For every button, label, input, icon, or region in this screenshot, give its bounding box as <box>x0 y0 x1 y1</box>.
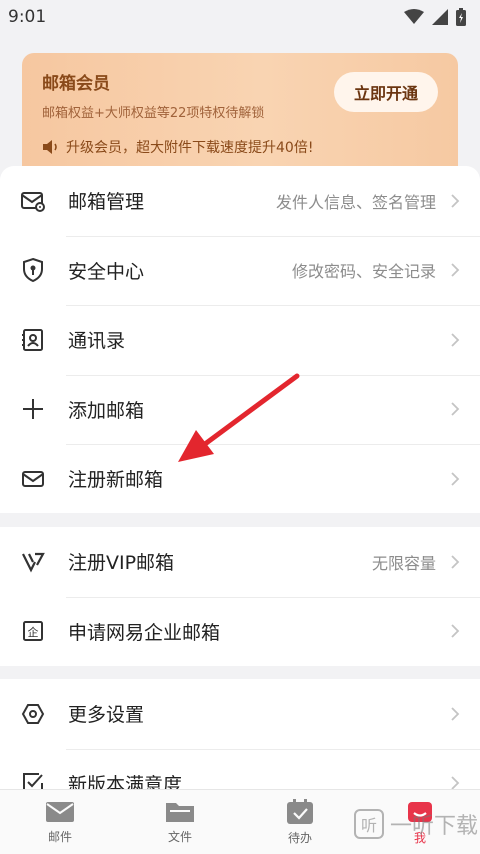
chevron-right-icon <box>451 707 460 721</box>
menu-item-label: 添加邮箱 <box>68 399 145 422</box>
menu-item-security-center[interactable]: 安全中心 修改密码、安全记录 <box>0 235 480 306</box>
mail-icon <box>46 801 74 822</box>
folder-icon <box>166 802 194 822</box>
menu-item-label: 注册新邮箱 <box>68 469 164 492</box>
envelope-icon <box>20 466 46 492</box>
hexagon-settings-icon <box>20 701 46 727</box>
vip-promo-text: 升级会员，超大附件下载速度提升40倍! <box>66 140 314 156</box>
wifi-icon <box>404 9 424 24</box>
chevron-right-icon <box>451 555 460 569</box>
menu-item-desc: 无限容量 <box>371 553 436 573</box>
menu-item-label: 申请网易企业邮箱 <box>68 621 221 644</box>
menu-item-label: 通讯录 <box>68 330 126 353</box>
vip-menu-card: 注册VIP邮箱 无限容量 企 申请网易企业邮箱 <box>0 527 480 666</box>
chevron-right-icon <box>451 624 460 638</box>
vip-banner[interactable]: 邮箱会员 邮箱权益+大师权益等22项特权待解锁 立即开通 升级会员，超大附件下载… <box>22 53 458 178</box>
menu-item-label: 更多设置 <box>68 704 145 727</box>
menu-item-desc: 修改密码、安全记录 <box>291 262 436 282</box>
watermark-text: 一听下载 <box>389 814 478 839</box>
nav-tab-label: 待办 <box>287 830 312 845</box>
menu-item-add-mailbox[interactable]: 添加邮箱 <box>0 374 480 445</box>
nav-tab-label: 邮件 <box>47 829 72 844</box>
enterprise-icon: 企 <box>20 618 46 644</box>
nav-tab-mail[interactable]: 邮件 <box>0 790 120 854</box>
chevron-right-icon <box>451 472 460 486</box>
mail-settings-icon <box>20 188 46 214</box>
menu-item-register-vip[interactable]: 注册VIP邮箱 无限容量 <box>0 527 480 597</box>
status-icons <box>404 8 466 26</box>
menu-item-contacts[interactable]: 通讯录 <box>0 305 480 375</box>
speaker-icon <box>43 140 57 154</box>
svg-text:企: 企 <box>28 625 39 639</box>
battery-icon <box>456 8 466 26</box>
checklist-icon <box>20 770 46 789</box>
menu-item-label: 安全中心 <box>68 260 145 283</box>
menu-item-label: 注册VIP邮箱 <box>68 552 175 575</box>
chevron-right-icon <box>451 333 460 347</box>
settings-menu-card: 更多设置 新版本满意度 <box>0 679 480 789</box>
status-time: 9:01 <box>8 7 47 27</box>
nav-tab-files[interactable]: 文件 <box>120 790 240 854</box>
menu-item-apply-enterprise[interactable]: 企 申请网易企业邮箱 <box>0 596 480 667</box>
watermark: 听 一听下载 <box>353 808 478 840</box>
chevron-right-icon <box>451 776 460 789</box>
menu-item-satisfaction[interactable]: 新版本满意度 <box>0 748 480 789</box>
todo-icon <box>287 798 313 824</box>
menu-item-label: 邮箱管理 <box>68 191 145 214</box>
account-menu-card: 邮箱管理 发件人信息、签名管理 安全中心 修改密码、安全记录 通讯录 添加邮箱 … <box>0 166 480 513</box>
plus-icon <box>20 396 46 422</box>
status-bar: 9:01 <box>0 0 480 34</box>
chevron-right-icon <box>451 263 460 277</box>
nav-tab-label: 文件 <box>167 829 192 844</box>
menu-item-desc: 发件人信息、签名管理 <box>275 192 436 212</box>
vip-icon <box>20 549 46 575</box>
signal-icon <box>432 9 448 25</box>
watermark-logo: 听 <box>353 809 384 839</box>
chevron-right-icon <box>451 402 460 416</box>
vip-promo[interactable]: 升级会员，超大附件下载速度提升40倍! <box>42 137 313 157</box>
menu-item-more-settings[interactable]: 更多设置 <box>0 679 480 749</box>
menu-item-register-new-mailbox[interactable]: 注册新邮箱 <box>0 444 480 514</box>
menu-item-mail-management[interactable]: 邮箱管理 发件人信息、签名管理 <box>0 166 480 236</box>
nav-tab-todo[interactable]: 待办 <box>240 790 360 854</box>
open-vip-button[interactable]: 立即开通 <box>334 72 438 112</box>
shield-icon <box>20 257 46 283</box>
chevron-right-icon <box>451 194 460 208</box>
contacts-icon <box>20 327 46 353</box>
menu-item-label: 新版本满意度 <box>68 773 183 789</box>
